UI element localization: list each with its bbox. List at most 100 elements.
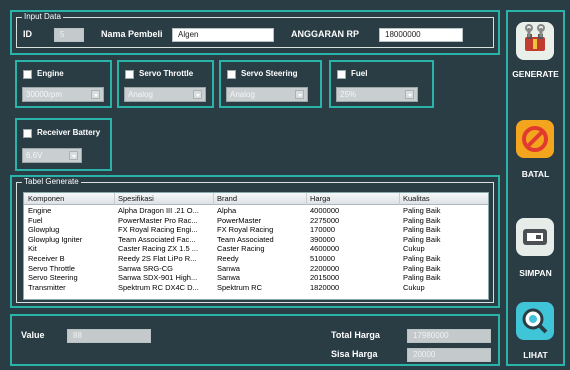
sisa-harga-field[interactable]: 20000 [407, 348, 491, 362]
table-row[interactable]: Engine Alpha Dragon III .21 O... Alpha 4000… [24, 206, 488, 215]
table-cell-komponen: Glowplug Igniter [28, 234, 83, 244]
receiver-battery-checkbox[interactable] [23, 129, 32, 138]
components-table[interactable]: Komponen Spesifikasi Brand Harga Kualita… [23, 192, 489, 300]
simpan-button[interactable]: SIMPAN [508, 204, 563, 278]
servo-throttle-select[interactable]: Analog [124, 87, 206, 102]
table-cell-harga: 2275000 [310, 215, 340, 225]
receiver-battery-group: Receiver Battery 6.6V [15, 118, 112, 171]
input-data-fieldset: Input Data ID 5 Nama Pembeli Algen ANGGA… [16, 12, 494, 48]
engine-checkbox[interactable] [23, 70, 32, 79]
input-data-legend: Input Data [22, 12, 63, 22]
table-cell-harga: 390000 [310, 234, 336, 244]
table-cell-spesifikasi: Sanwa SRG-CG [118, 263, 174, 273]
column-header-spesifikasi[interactable]: Spesifikasi [118, 194, 154, 203]
table-cell-komponen: Engine [28, 206, 52, 215]
sisa-harga-label: Sisa Harga [331, 349, 378, 359]
column-divider [306, 193, 307, 205]
save-icon [516, 218, 554, 256]
fuel-select-value: 25% [340, 90, 357, 99]
engine-select[interactable]: 30000rpm [22, 87, 104, 102]
table-cell-spesifikasi: Sanwa SDX-901 High... [118, 273, 198, 283]
chevron-down-icon [69, 151, 78, 160]
servo-throttle-checkbox[interactable] [125, 70, 134, 79]
table-cell-spesifikasi: Reedy 2S Flat LiPo R... [118, 254, 197, 263]
table-cell-kualitas: Paling Baik [403, 254, 441, 263]
table-cell-harga: 1820000 [310, 282, 340, 292]
tabel-generate-panel: Tabel Generate Komponen Spesifikasi Bran… [10, 175, 500, 308]
table-cell-brand: Team Associated [217, 234, 274, 244]
nama-pembeli-field[interactable]: Algen [172, 28, 274, 42]
table-cell-komponen: Kit [28, 244, 37, 254]
table-row[interactable]: Servo Throttle Sanwa SRG-CG Sanwa 2200000 Pa… [24, 264, 488, 273]
table-cell-spesifikasi: PowerMaster Pro Rac... [118, 215, 198, 225]
anggaran-label: ANGGARAN RP [291, 29, 360, 39]
generate-button[interactable]: GENERATE [508, 12, 563, 82]
table-cell-harga: 510000 [310, 254, 336, 263]
column-divider [114, 193, 115, 205]
table-cell-brand: Caster Racing [217, 244, 265, 254]
table-cell-spesifikasi: Spektrum RC DX4C D... [118, 282, 199, 292]
batal-label: BATAL [521, 169, 550, 179]
table-cell-komponen: Servo Steering [28, 273, 78, 283]
table-cell-kualitas: Paling Baik [403, 273, 441, 283]
table-row[interactable]: Receiver B Reedy 2S Flat LiPo R... Reedy 51… [24, 254, 488, 263]
column-divider [399, 193, 400, 205]
anggaran-field[interactable]: 18000000 [379, 28, 463, 42]
table-cell-komponen: Fuel [28, 215, 43, 225]
tabel-generate-legend: Tabel Generate [22, 177, 81, 187]
table-cell-harga: 4600000 [310, 244, 340, 254]
table-cell-kualitas: Cukup [403, 244, 425, 254]
fuel-label: Fuel [351, 69, 368, 78]
servo-steering-select-value: Analog [230, 90, 255, 99]
lihat-label: LIHAT [523, 350, 548, 360]
total-harga-label: Total Harga [331, 330, 380, 340]
chevron-down-icon [295, 90, 304, 99]
receiver-battery-label: Receiver Battery [37, 128, 101, 137]
column-header-harga[interactable]: Harga [310, 194, 330, 203]
engine-select-value: 30000rpm [26, 90, 63, 99]
chevron-down-icon [91, 90, 100, 99]
table-row[interactable]: Servo Steering Sanwa SDX-901 High... Sanwa… [24, 273, 488, 282]
column-header-kualitas[interactable]: Kualitas [403, 194, 430, 203]
table-row[interactable]: Fuel PowerMaster Pro Rac... PowerMaster 227… [24, 216, 488, 225]
table-row[interactable]: Transmitter Spektrum RC DX4C D... Spektrum… [24, 283, 488, 292]
table-cell-komponen: Transmitter [28, 282, 66, 292]
servo-steering-checkbox[interactable] [227, 70, 236, 79]
table-header: Komponen Spesifikasi Brand Harga Kualita… [24, 193, 488, 205]
table-row[interactable]: Kit Caster Racing ZX 1.5 ... Caster Racing… [24, 244, 488, 253]
table-row[interactable]: Glowplug Igniter Team Associated Fac... Te… [24, 235, 488, 244]
servo-steering-label: Servo Steering [241, 69, 298, 78]
fuel-select[interactable]: 25% [336, 87, 418, 102]
table-cell-spesifikasi: Alpha Dragon III .21 O... [118, 206, 199, 215]
engine-group: Engine 30000rpm [15, 60, 112, 108]
table-cell-komponen: Glowplug [28, 225, 60, 235]
table-cell-brand: Sanwa [217, 263, 240, 273]
table-cell-harga: 2015000 [310, 273, 340, 283]
chevron-down-icon [193, 90, 202, 99]
receiver-battery-select-value: 6.6V [26, 151, 43, 160]
column-header-brand[interactable]: Brand [217, 194, 237, 203]
fuel-checkbox[interactable] [337, 70, 346, 79]
fuel-group: Fuel 25% [329, 60, 434, 108]
nama-pembeli-label: Nama Pembeli [101, 29, 163, 39]
tabel-generate-fieldset: Tabel Generate Komponen Spesifikasi Bran… [16, 177, 494, 303]
column-header-komponen[interactable]: Komponen [28, 194, 64, 203]
input-data-panel: Input Data ID 5 Nama Pembeli Algen ANGGA… [10, 10, 500, 55]
servo-throttle-group: Servo Throttle Analog [117, 60, 214, 108]
servo-steering-group: Servo Steering Analog [219, 60, 322, 108]
table-cell-harga: 2200000 [310, 263, 340, 273]
servo-throttle-label: Servo Throttle [139, 69, 194, 78]
table-cell-brand: Spektrum RC [217, 282, 263, 292]
table-cell-kualitas: Paling Baik [403, 263, 441, 273]
receiver-battery-select[interactable]: 6.6V [22, 148, 82, 163]
engine-label: Engine [37, 69, 64, 78]
batal-button[interactable]: BATAL [508, 108, 563, 179]
total-harga-field[interactable]: 17980000 [407, 329, 491, 343]
table-cell-spesifikasi: FX Royal Racing Engi... [118, 225, 198, 235]
value-field[interactable]: 88 [67, 329, 151, 343]
servo-steering-select[interactable]: Analog [226, 87, 308, 102]
lihat-button[interactable]: LIHAT [508, 294, 563, 364]
table-row[interactable]: Glowplug FX Royal Racing Engi... FX Royal … [24, 225, 488, 234]
id-field[interactable]: 5 [54, 28, 84, 42]
generate-label: GENERATE [512, 69, 559, 79]
